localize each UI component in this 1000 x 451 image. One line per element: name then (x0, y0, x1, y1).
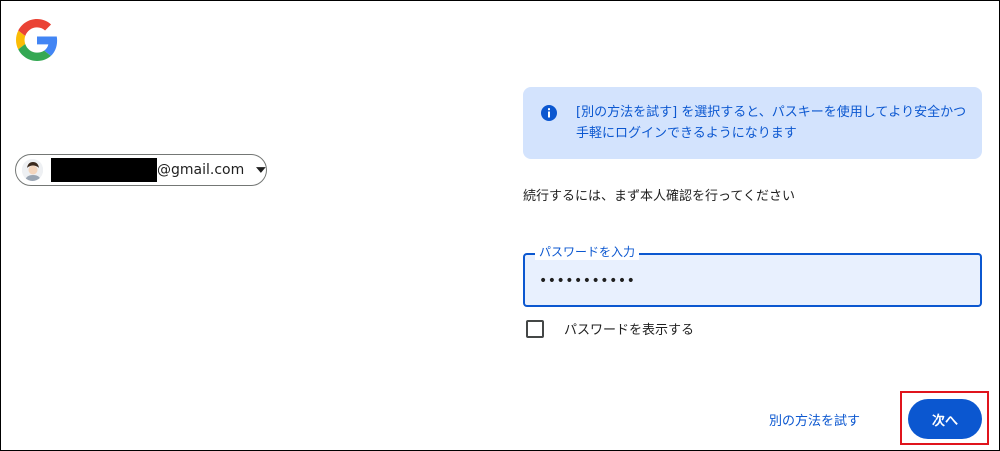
email-suffix: @gmail.com (156, 162, 245, 178)
show-password-row[interactable]: パスワードを表示する (526, 319, 694, 338)
info-text: [別の方法を試す] を選択すると、パスキーを使用してより安全かつ手軽にログインで… (576, 105, 967, 141)
try-another-way-button[interactable]: 別の方法を試す (769, 410, 860, 429)
sign-in-page: @gmail.com [別の方法を試す] を選択すると、パスキーを使用してより安… (0, 0, 1000, 451)
next-button[interactable]: 次へ (908, 399, 982, 439)
passkey-info-banner: [別の方法を試す] を選択すると、パスキーを使用してより安全かつ手軽にログインで… (523, 87, 982, 159)
password-field[interactable]: パスワードを入力 (523, 244, 982, 307)
account-chooser-button[interactable]: @gmail.com (15, 154, 267, 186)
user-avatar-icon (22, 159, 44, 181)
google-logo-icon (16, 19, 58, 61)
chevron-down-icon (256, 167, 266, 173)
redacted-username (51, 158, 157, 182)
show-password-label[interactable]: パスワードを表示する (564, 319, 694, 338)
info-icon (541, 105, 557, 121)
show-password-checkbox[interactable] (526, 319, 544, 338)
page-subtitle: 続行するには、まず本人確認を行ってください (523, 189, 795, 204)
password-label: パスワードを入力 (535, 244, 640, 260)
password-input[interactable] (539, 269, 959, 293)
